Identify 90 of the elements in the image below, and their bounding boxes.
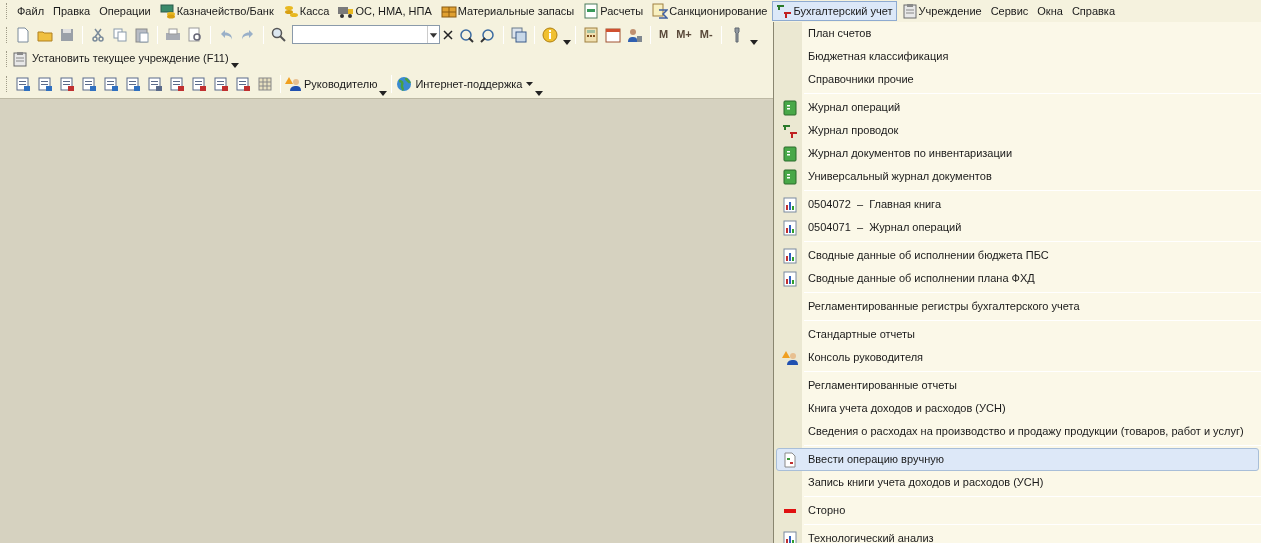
menu-item[interactable]: План счетов (776, 22, 1259, 45)
chart-document-icon (782, 247, 798, 264)
sigma-document-icon (652, 3, 669, 19)
caret-icon[interactable] (379, 91, 388, 96)
caret-icon[interactable] (563, 40, 571, 45)
menu-item[interactable]: Универсальный журнал документов (776, 165, 1259, 188)
menu-bar-item[interactable]: Окна (1033, 1, 1067, 21)
menu-item[interactable]: Сведения о расходах на производство и продажу продукции (товаров, работ и услуг) (776, 420, 1259, 443)
menu-bar-item[interactable]: Операции (95, 1, 155, 21)
memory-button[interactable]: M- (695, 26, 717, 43)
report-icon[interactable] (147, 76, 163, 92)
search-icon[interactable] (271, 26, 287, 43)
calendar-icon[interactable] (605, 26, 621, 43)
document-icon (583, 3, 600, 19)
set-institution-button[interactable]: Установить текущее учреждение (F11) (12, 50, 229, 67)
menu-bar-item[interactable]: Касса (278, 1, 334, 21)
report-icon[interactable] (125, 76, 141, 92)
menu-item[interactable]: Сводные данные об исполнении бюджета ПБС (776, 244, 1259, 267)
menu-item[interactable]: 0504072 – Главная книга (776, 193, 1259, 216)
menu-item[interactable]: Журнал операций (776, 96, 1259, 119)
dropdown-icon[interactable] (427, 26, 439, 43)
menu-bar-item[interactable]: Файл (13, 1, 49, 21)
menu-item[interactable]: Стандартные отчеты (776, 323, 1259, 346)
report-icon[interactable] (169, 76, 185, 92)
minus-icon (784, 508, 796, 513)
find-next-icon[interactable] (458, 26, 474, 43)
menu-item[interactable]: Книга учета доходов и расходов (УСН) (776, 397, 1259, 420)
chart-document-icon (782, 219, 798, 236)
menu-bar-item[interactable]: Санкционирование (648, 1, 772, 21)
coins-icon (282, 3, 299, 19)
crate-icon (440, 3, 457, 19)
search-field[interactable] (292, 25, 440, 44)
windows-icon[interactable] (511, 26, 527, 43)
menu-item[interactable]: Регламентированные регистры бухгалтерского учета (776, 295, 1259, 318)
menu-bar-item[interactable]: Казначейство/Банк (155, 1, 278, 21)
memory-button[interactable]: M+ (672, 26, 696, 43)
menu-item[interactable]: Сводные данные об исполнении плана ФХД (776, 267, 1259, 290)
menu-bar-item[interactable]: Справка (1067, 1, 1120, 21)
menu-item[interactable]: Сторно (776, 499, 1259, 522)
menu-bar-item[interactable]: ОС, НМА, НПА (334, 1, 436, 21)
support-button[interactable]: Интернет-поддержка (396, 75, 533, 93)
report-icon[interactable] (59, 76, 75, 92)
coins-card-icon (159, 3, 176, 19)
menu-bar-item[interactable]: Расчеты (579, 1, 648, 21)
memory-button[interactable]: M (655, 26, 673, 43)
person-warning-icon (285, 76, 301, 92)
menu-item[interactable]: Технологический анализ (776, 527, 1259, 543)
caret-icon[interactable] (749, 40, 758, 45)
menu-item[interactable]: Ввести операцию вручную (776, 448, 1259, 471)
report-icon[interactable] (191, 76, 207, 92)
person-warning-icon (782, 349, 798, 366)
menu-bar-item[interactable]: Материальные запасы (436, 1, 579, 21)
clipboard-icon (12, 50, 28, 67)
globe-icon (396, 76, 413, 92)
chart-document-icon (782, 196, 798, 213)
report-icon[interactable] (235, 76, 251, 92)
print-preview-icon[interactable] (187, 26, 203, 43)
debit-credit-icon (776, 3, 793, 19)
menu-item[interactable]: Справочники прочие (776, 68, 1259, 91)
journal-book-icon (782, 145, 798, 162)
menu-item[interactable]: Консоль руководителя (776, 346, 1259, 369)
menu-item[interactable]: Журнал проводок (776, 119, 1259, 142)
menu-item[interactable]: Журнал документов по инвентаризации (776, 142, 1259, 165)
menu-item[interactable]: Бюджетная классификация (776, 45, 1259, 68)
report-icon[interactable] (103, 76, 119, 92)
chart-document-icon (782, 530, 798, 543)
menu-item[interactable]: 0504071 – Журнал операций (776, 216, 1259, 239)
menu-bar-item[interactable]: Бухгалтерский учет (772, 1, 897, 21)
debit-credit-icon (782, 122, 798, 139)
report-icon[interactable] (81, 76, 97, 92)
menu-bar-item[interactable]: Сервис (986, 1, 1033, 21)
find-previous-icon[interactable] (480, 26, 496, 43)
document-entry-icon (782, 451, 798, 468)
report-icon[interactable] (37, 76, 53, 92)
report-icon[interactable] (15, 76, 31, 92)
clipboard-icon (901, 3, 918, 19)
leader-button[interactable]: Руководителю (285, 75, 378, 93)
chart-document-icon (782, 270, 798, 287)
menu-item[interactable]: Регламентированные отчеты (776, 374, 1259, 397)
user-lock-icon[interactable] (627, 26, 643, 43)
report-icon[interactable] (213, 76, 229, 92)
journal-book-icon (782, 168, 798, 185)
journal-book-icon (782, 99, 798, 116)
scissors-icon[interactable] (90, 26, 106, 43)
info-icon[interactable] (542, 26, 558, 43)
caret-icon[interactable] (230, 63, 239, 68)
menu-bar-item[interactable]: Учреждение (897, 1, 986, 21)
calculator-icon[interactable] (583, 26, 599, 43)
menu-item[interactable]: Запись книги учета доходов и расходов (УСН) (776, 471, 1259, 494)
menu-bar-item[interactable]: Правка (49, 1, 95, 21)
